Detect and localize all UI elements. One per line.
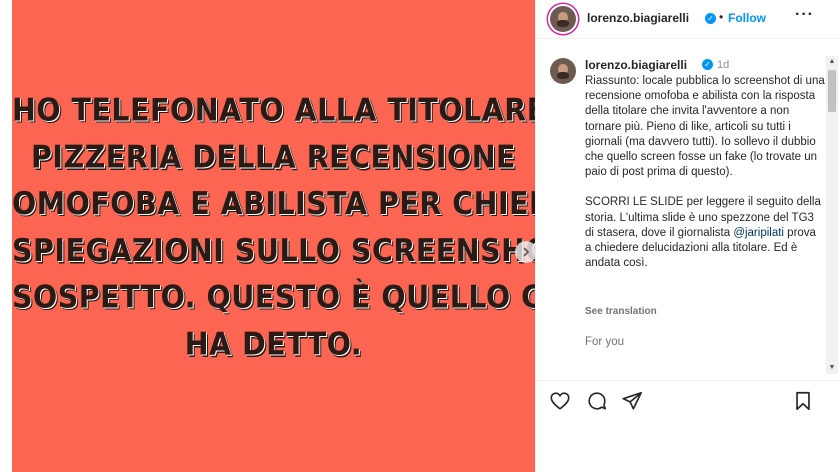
like-button[interactable] — [548, 389, 572, 413]
for-you-label: For you — [585, 336, 624, 348]
post-side-panel: lorenzo.biagiarelli ✓ • Follow ··· loren… — [535, 0, 840, 472]
chevron-right-icon — [523, 247, 529, 257]
slide-line: PIZZERIA DELLA RECENSIONE — [30, 138, 517, 175]
scroll-up-arrow-icon[interactable]: ▲ — [826, 56, 838, 68]
share-button[interactable] — [620, 389, 644, 413]
heart-icon — [550, 392, 570, 410]
caption-username[interactable]: lorenzo.biagiarelli — [585, 58, 687, 72]
header-username[interactable]: lorenzo.biagiarelli — [587, 11, 689, 25]
mention-link[interactable]: @jaripilati — [733, 227, 784, 239]
caption-avatar[interactable] — [550, 58, 576, 84]
follow-button[interactable]: Follow — [728, 11, 766, 25]
slide-line: SOSPETTO. QUESTO È QUELLO CHE MI — [12, 278, 638, 315]
bookmark-icon — [796, 391, 810, 411]
post-actions — [536, 380, 840, 421]
post-header: lorenzo.biagiarelli ✓ • Follow ··· — [536, 0, 840, 39]
post-slide[interactable]: HO TELEFONATO ALLA TITOLARE DELLA PIZZER… — [12, 0, 662, 472]
caption-text: Riassunto: locale pubblica lo screenshot… — [585, 74, 825, 271]
more-options-button[interactable]: ··· — [795, 6, 814, 24]
slide-line: OMOFOBA E ABILISTA PER CHIEDERLE — [12, 185, 635, 222]
instagram-post-view: HO TELEFONATO ALLA TITOLARE DELLA PIZZER… — [0, 0, 840, 472]
slide-line: SPIEGAZIONI SULLO SCREENSHOT — [12, 231, 571, 269]
see-translation-link[interactable]: See translation — [585, 306, 657, 317]
slide-text: HO TELEFONATO ALLA TITOLARE DELLA PIZZER… — [12, 87, 662, 368]
caption-paragraph-1: Riassunto: locale pubblica lo screenshot… — [585, 75, 825, 179]
scroll-down-arrow-icon[interactable]: ▼ — [826, 362, 838, 374]
comment-button[interactable] — [585, 389, 609, 413]
verified-badge-icon: ✓ — [705, 13, 716, 24]
caption-paragraph-2: SCORRI LE SLIDE per leggere il seguito d… — [585, 195, 825, 271]
next-slide-button[interactable] — [515, 241, 537, 263]
scroll-thumb[interactable] — [828, 70, 836, 112]
separator-dot: • — [719, 10, 724, 24]
avatar[interactable] — [550, 6, 576, 32]
slide-line: HA DETTO. — [184, 325, 363, 362]
slide-line: HO TELEFONATO ALLA TITOLARE DELLA — [12, 91, 662, 128]
comment-icon — [588, 392, 607, 410]
paper-plane-icon — [622, 391, 642, 410]
caption-scrollbar[interactable]: ▲ ▼ — [826, 56, 838, 374]
save-button[interactable] — [791, 389, 815, 413]
verified-badge-icon: ✓ — [702, 59, 713, 70]
post-time: 1d — [717, 59, 730, 71]
left-margin — [0, 0, 12, 472]
